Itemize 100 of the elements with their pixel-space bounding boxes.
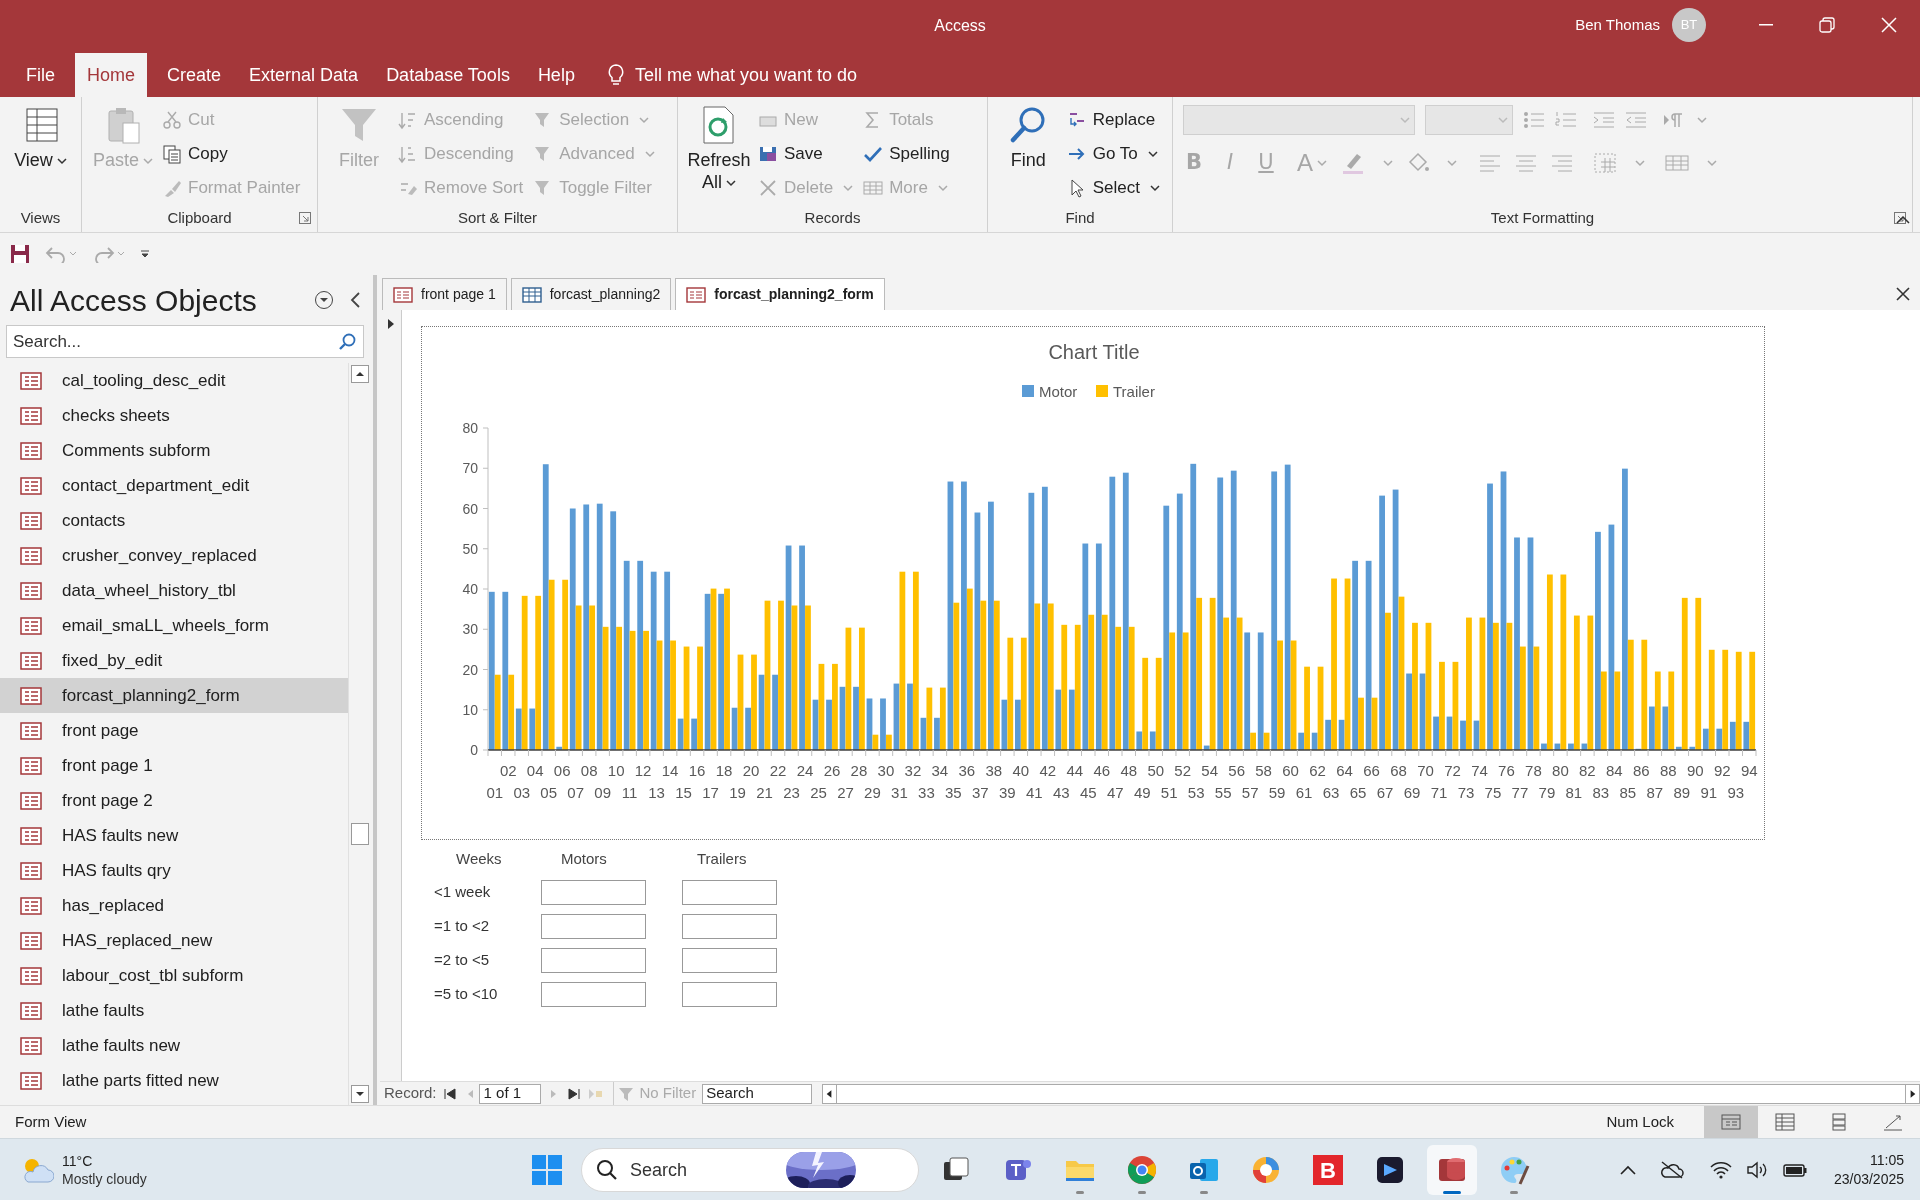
axis-label: 36 [958,762,976,779]
axis-label: 23 [783,784,800,801]
axis-label: 61 [1295,784,1313,801]
axis-label: 69 [1403,784,1421,801]
axis-label: 54 [1201,762,1218,779]
axis-label: 80 [462,420,478,436]
group-label: Views [20,207,61,228]
axis-label: 15 [675,784,692,801]
axis-label: 58 [1255,762,1272,779]
axis-label: 37 [972,784,989,801]
column-header: Motors [560,849,608,869]
record-label: Record: [384,1083,437,1104]
axis-label: 66 [1363,762,1380,779]
axis-label: 57 [1241,784,1259,801]
axis-label: 94 [1740,762,1758,779]
row-label: <1 week [433,881,492,902]
axis-label: 48 [1120,762,1138,779]
axis-label: 34 [931,762,949,779]
axis-label: 50 [462,540,478,557]
axis-label: 67 [1376,784,1394,801]
axis-label: 70 [462,460,478,477]
axis-label: 44 [1066,762,1084,779]
axis-label: 16 [688,762,706,779]
axis-label: 50 [1147,762,1165,779]
axis-label: 74 [1471,762,1488,779]
axis-label: 42 [1039,762,1057,779]
axis-label: 92 [1713,762,1731,779]
axis-label: 38 [985,762,1003,779]
axis-label: 90 [1686,762,1704,779]
axis-label: 30 [877,762,895,779]
axis-label: 09 [594,784,611,801]
axis-label: 51 [1160,784,1178,801]
axis-label: 70 [1417,762,1434,779]
axis-label: 29 [864,784,881,801]
axis-label: 93 [1727,784,1745,801]
axis-label: 65 [1349,784,1367,801]
axis-label: 55 [1214,784,1232,801]
axis-label: 85 [1619,784,1637,801]
axis-label: 35 [945,784,962,801]
axis-label: 49 [1133,784,1151,801]
axis-label: 31 [891,784,908,801]
window-title: Access [933,16,987,36]
axis-label: 78 [1525,762,1542,779]
axis-label: 13 [648,784,665,801]
axis-label: 72 [1444,762,1461,779]
row-label: =1 to <2 [433,915,491,936]
status-text: Form View [15,1111,87,1132]
axis-label: 76 [1498,762,1515,779]
group-label: Clipboard [167,207,232,228]
axis-label: 17 [702,784,719,801]
axis-label: 86 [1633,762,1650,779]
axis-label: 77 [1511,784,1529,801]
axis-label: 83 [1592,784,1610,801]
axis-label: 47 [1106,784,1124,801]
clock-time: 11:05 [1870,1150,1904,1170]
axis-label: 87 [1646,784,1664,801]
axis-label: 79 [1538,784,1556,801]
axis-label: 60 [1282,762,1299,779]
group-label: Sort & Filter [457,207,538,228]
axis-label: 39 [999,784,1016,801]
nav-pane-title: All Access Objects [10,282,257,319]
axis-label: 18 [715,762,733,779]
weather-condition: Mostly cloudy [62,1169,147,1188]
axis-label: 14 [661,762,679,779]
axis-label: 68 [1390,762,1407,779]
axis-label: 88 [1660,762,1677,779]
axis-label: 21 [756,784,773,801]
axis-label: 89 [1673,784,1691,801]
axis-label: 64 [1336,762,1353,779]
axis-label: 10 [462,701,478,718]
axis-label: 02 [499,762,517,779]
axis-label: 84 [1606,762,1623,779]
axis-label: 60 [462,500,478,517]
axis-label: 07 [567,784,584,801]
axis-label: 03 [513,784,531,801]
axis-label: 56 [1228,762,1245,779]
row-label: =2 to <5 [433,949,491,970]
axis-label: 27 [837,784,854,801]
user-name: Ben Thomas [1575,14,1660,35]
axis-label: 73 [1457,784,1475,801]
axis-label: 75 [1484,784,1502,801]
axis-label: 53 [1187,784,1205,801]
axis-label: 01 [486,784,504,801]
axis-label: 19 [729,784,746,801]
axis-label: 40 [462,581,478,597]
axis-label: 10 [607,762,625,779]
axis-label: 80 [1552,762,1569,779]
axis-label: 05 [540,784,558,801]
axis-label: 52 [1174,762,1192,779]
clock-date: 23/03/2025 [1833,1169,1904,1189]
axis-label: 62 [1309,762,1326,779]
axis-label: 30 [462,621,478,638]
axis-label: 46 [1093,762,1111,779]
axis-label: 04 [526,762,544,779]
axis-label: 43 [1052,784,1070,801]
axis-label: 91 [1700,784,1718,801]
group-label: Find [1065,207,1095,228]
axis-label: 11 [621,784,638,801]
app-logo: B [1313,1155,1343,1185]
status-indicator: Num Lock [1606,1111,1674,1132]
